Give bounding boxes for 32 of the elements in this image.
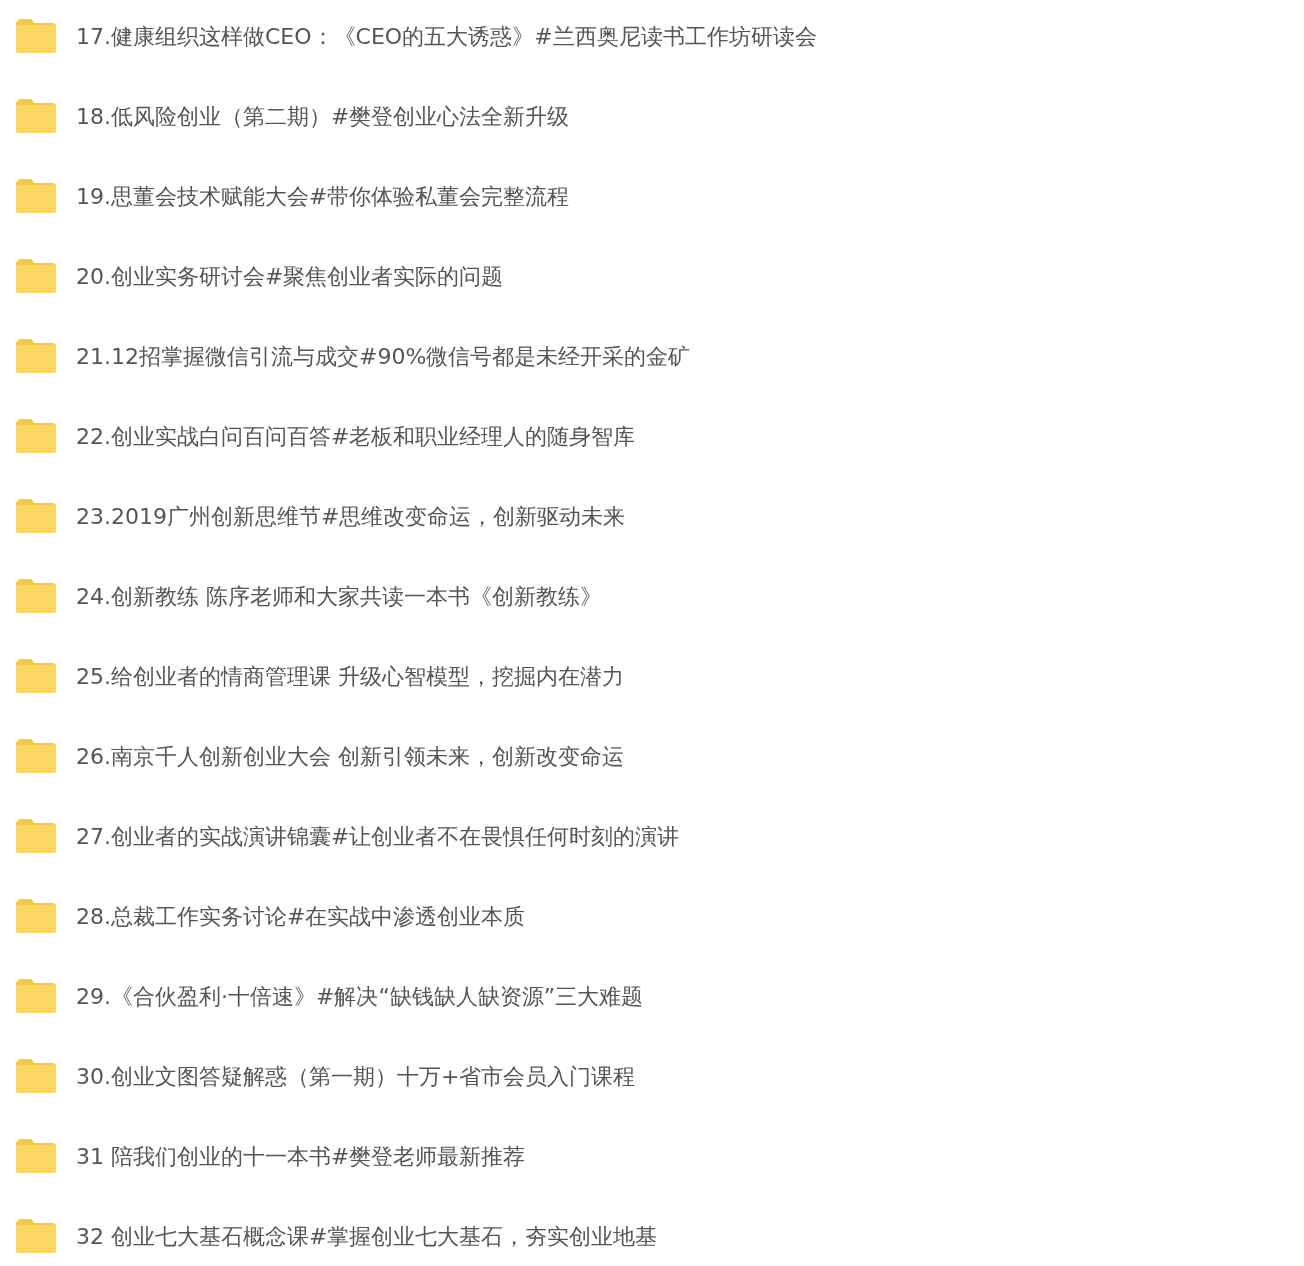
folder-name[interactable]: 29.《合伙盈利·十倍速》#解决“缺钱缺人缺资源”三大难题 (76, 979, 644, 1013)
folder-icon (16, 499, 56, 533)
folder-icon (16, 99, 56, 133)
folder-name[interactable]: 26.南京千人创新创业大会 创新引领未来，创新改变命运 (76, 739, 624, 773)
folder-name[interactable]: 17.健康组织这样做CEO：《CEO的五大诱惑》#兰西奥尼读书工作坊研读会 (76, 19, 817, 53)
folder-name[interactable]: 32 创业七大基石概念课#掌握创业七大基石，夯实创业地基 (76, 1219, 658, 1253)
folder-icon (16, 659, 56, 693)
folder-icon (16, 899, 56, 933)
folder-icon (16, 19, 56, 53)
folder-icon (16, 339, 56, 373)
folder-icon (16, 739, 56, 773)
folder-name[interactable]: 27.创业者的实战演讲锦囊#让创业者不在畏惧任何时刻的演讲 (76, 819, 680, 853)
folder-icon (16, 1219, 56, 1253)
folder-name[interactable]: 22.创业实战白问百问百答#老板和职业经理人的随身智库 (76, 419, 636, 453)
folder-name[interactable]: 30.创业文图答疑解惑（第一期）十万+省市会员入门课程 (76, 1059, 636, 1093)
folder-icon (16, 259, 56, 293)
folder-name[interactable]: 28.总裁工作实务讨论#在实战中渗透创业本质 (76, 899, 526, 933)
folder-icon (16, 1139, 56, 1173)
folder-name[interactable]: 25.给创业者的情商管理课 升级心智模型，挖掘内在潜力 (76, 659, 624, 693)
folder-icon (16, 1059, 56, 1093)
folder-name[interactable]: 20.创业实务研讨会#聚焦创业者实际的问题 (76, 259, 504, 293)
folder-icon (16, 979, 56, 1013)
folder-name[interactable]: 24.创新教练 陈序老师和大家共读一本书《创新教练》 (76, 579, 602, 613)
folder-name[interactable]: 21.12招掌握微信引流与成交#90%微信号都是未经开采的金矿 (76, 339, 691, 373)
folder-name[interactable]: 31 陪我们创业的十一本书#樊登老师最新推荐 (76, 1139, 526, 1173)
folder-icon (16, 179, 56, 213)
folder-name[interactable]: 23.2019广州创新思维节#思维改变命运，创新驱动未来 (76, 499, 626, 533)
folder-icon (16, 819, 56, 853)
folder-icon (16, 419, 56, 453)
folder-name[interactable]: 18.低风险创业（第二期）#樊登创业心法全新升级 (76, 99, 570, 133)
folder-icon (16, 579, 56, 613)
folder-name[interactable]: 19.思董会技术赋能大会#带你体验私董会完整流程 (76, 179, 570, 213)
